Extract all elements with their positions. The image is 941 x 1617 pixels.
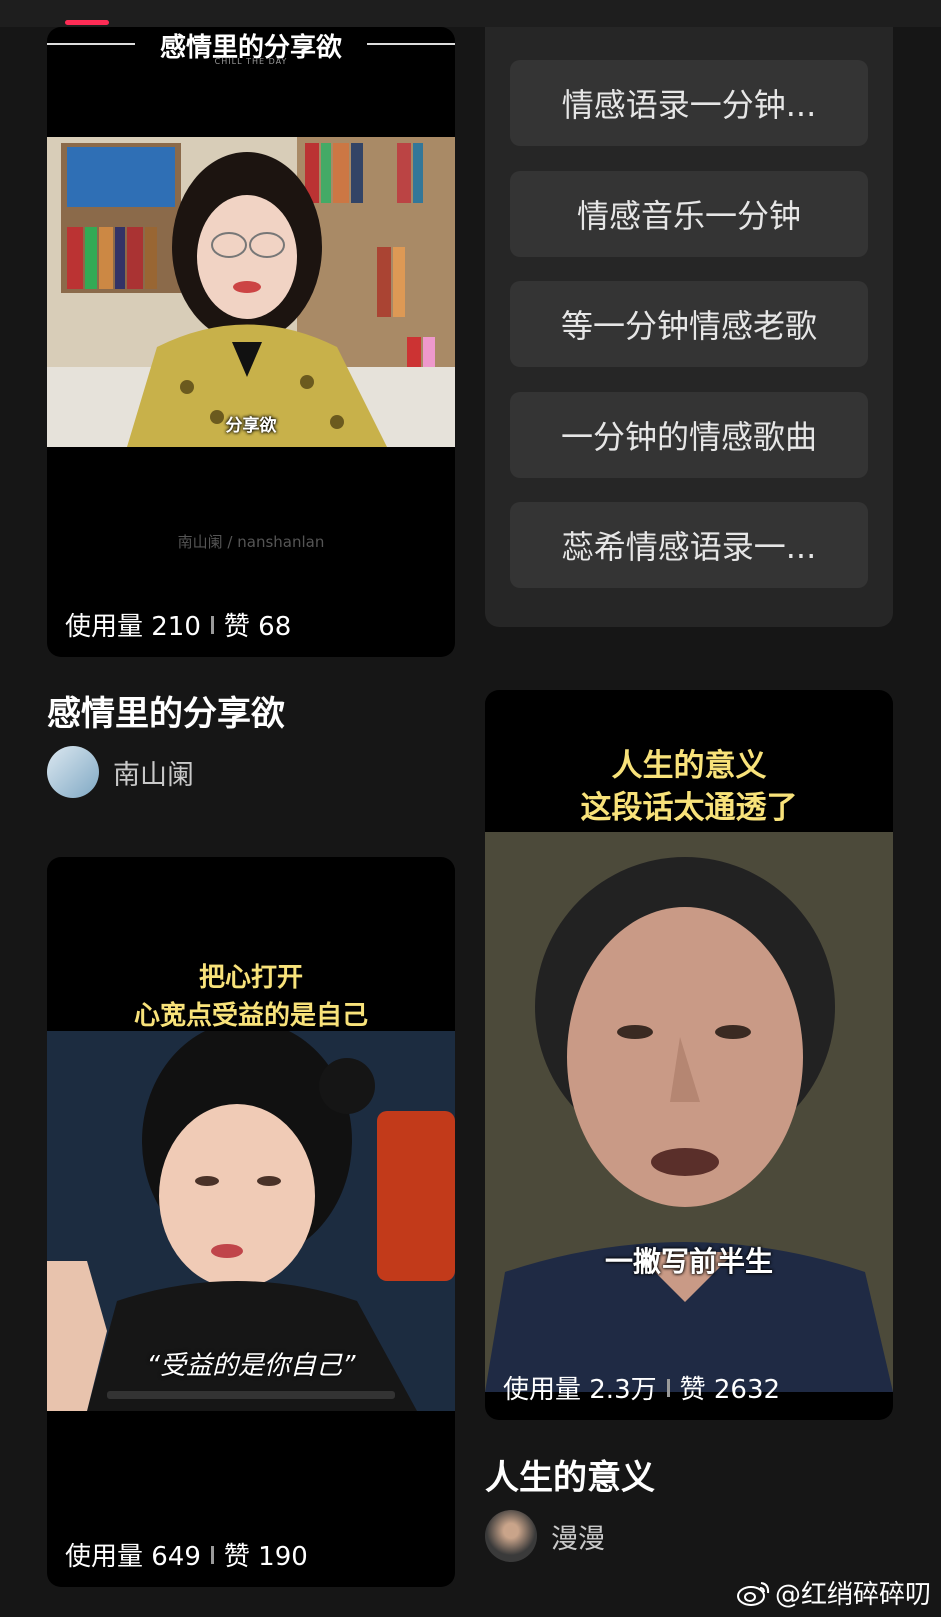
poster-title-line2: 这段话太通透了: [580, 790, 798, 826]
search-suggestion-chip[interactable]: 情感音乐一分钟: [510, 171, 868, 257]
man-portrait-image: [485, 832, 893, 1392]
video-stats: 使用量 649 赞 190: [65, 1536, 308, 1573]
author-row[interactable]: 漫漫: [485, 1510, 605, 1562]
usage-count: 使用量 2.3万: [503, 1375, 657, 1405]
stats-separator: [666, 1378, 670, 1397]
author-row[interactable]: 南山阑: [47, 746, 194, 798]
weibo-logo-icon: [736, 1581, 770, 1606]
video-thumbnail: 分享欲: [47, 137, 455, 447]
search-suggestion-chip[interactable]: 一分钟的情感歌曲: [510, 392, 868, 478]
video-title[interactable]: 感情里的分享欲: [47, 686, 285, 735]
related-search-panel: 情感语录一分钟... 情感音乐一分钟 等一分钟情感老歌 一分钟的情感歌曲 蕊希情…: [485, 27, 893, 627]
author-name[interactable]: 南山阑: [113, 753, 194, 792]
poster-title-line2: 心宽点受益的是自己: [133, 1001, 368, 1031]
like-count: 赞 2632: [679, 1375, 781, 1405]
video-card-sharing-desire[interactable]: 感情里的分享欲 CHILL THE DAY 分享欲 南山阑 / nanshanl…: [47, 27, 455, 657]
poster-header: 感情里的分享欲 CHILL THE DAY: [47, 33, 455, 75]
video-caption: “受益的是你自己”: [146, 1351, 356, 1381]
avatar[interactable]: [47, 746, 99, 798]
weibo-watermark: @红绡碎碎叨: [736, 1574, 931, 1611]
woman-portrait-image: [47, 137, 455, 447]
poster-subtitle: CHILL THE DAY: [214, 57, 288, 66]
search-suggestion-chip[interactable]: 蕊希情感语录一...: [510, 502, 868, 588]
like-count: 赞 68: [223, 612, 292, 642]
watermark-handle: @红绡碎碎叨: [774, 1580, 931, 1610]
usage-count: 使用量 649: [65, 1542, 201, 1572]
stats-separator: [210, 615, 214, 634]
active-tab-indicator: [65, 20, 109, 25]
stats-separator: [210, 1545, 214, 1564]
video-thumbnail: “受益的是你自己”: [47, 1031, 455, 1411]
like-count: 赞 190: [223, 1542, 308, 1572]
poster-title-line1: 人生的意义: [611, 748, 767, 784]
poster-title-line1: 把心打开: [198, 963, 303, 993]
video-stats: 使用量 210 赞 68: [65, 606, 291, 643]
video-card-open-heart[interactable]: 把心打开 心宽点受益的是自己 “受益的是你自己” 使用量 649 赞 190: [47, 857, 455, 1587]
video-thumbnail: 一撇写前半生: [485, 832, 893, 1392]
video-card-meaning-of-life[interactable]: 人生的意义 这段话太通透了 一撇写前半生 使用量 2.3万 赞 2632: [485, 690, 893, 1420]
search-suggestion-chip[interactable]: 情感语录一分钟...: [510, 60, 868, 146]
author-name[interactable]: 漫漫: [551, 1517, 605, 1556]
avatar[interactable]: [485, 1510, 537, 1562]
video-caption: 一撇写前半生: [604, 1245, 773, 1278]
search-suggestion-chip[interactable]: 等一分钟情感老歌: [510, 281, 868, 367]
video-caption: 分享欲: [225, 416, 277, 436]
top-bar: [0, 0, 941, 27]
video-stats: 使用量 2.3万 赞 2632: [503, 1369, 780, 1406]
video-watermark: 南山阑 / nanshanlan: [177, 533, 325, 551]
usage-count: 使用量 210: [65, 612, 201, 642]
video-title[interactable]: 人生的意义: [485, 1450, 655, 1499]
